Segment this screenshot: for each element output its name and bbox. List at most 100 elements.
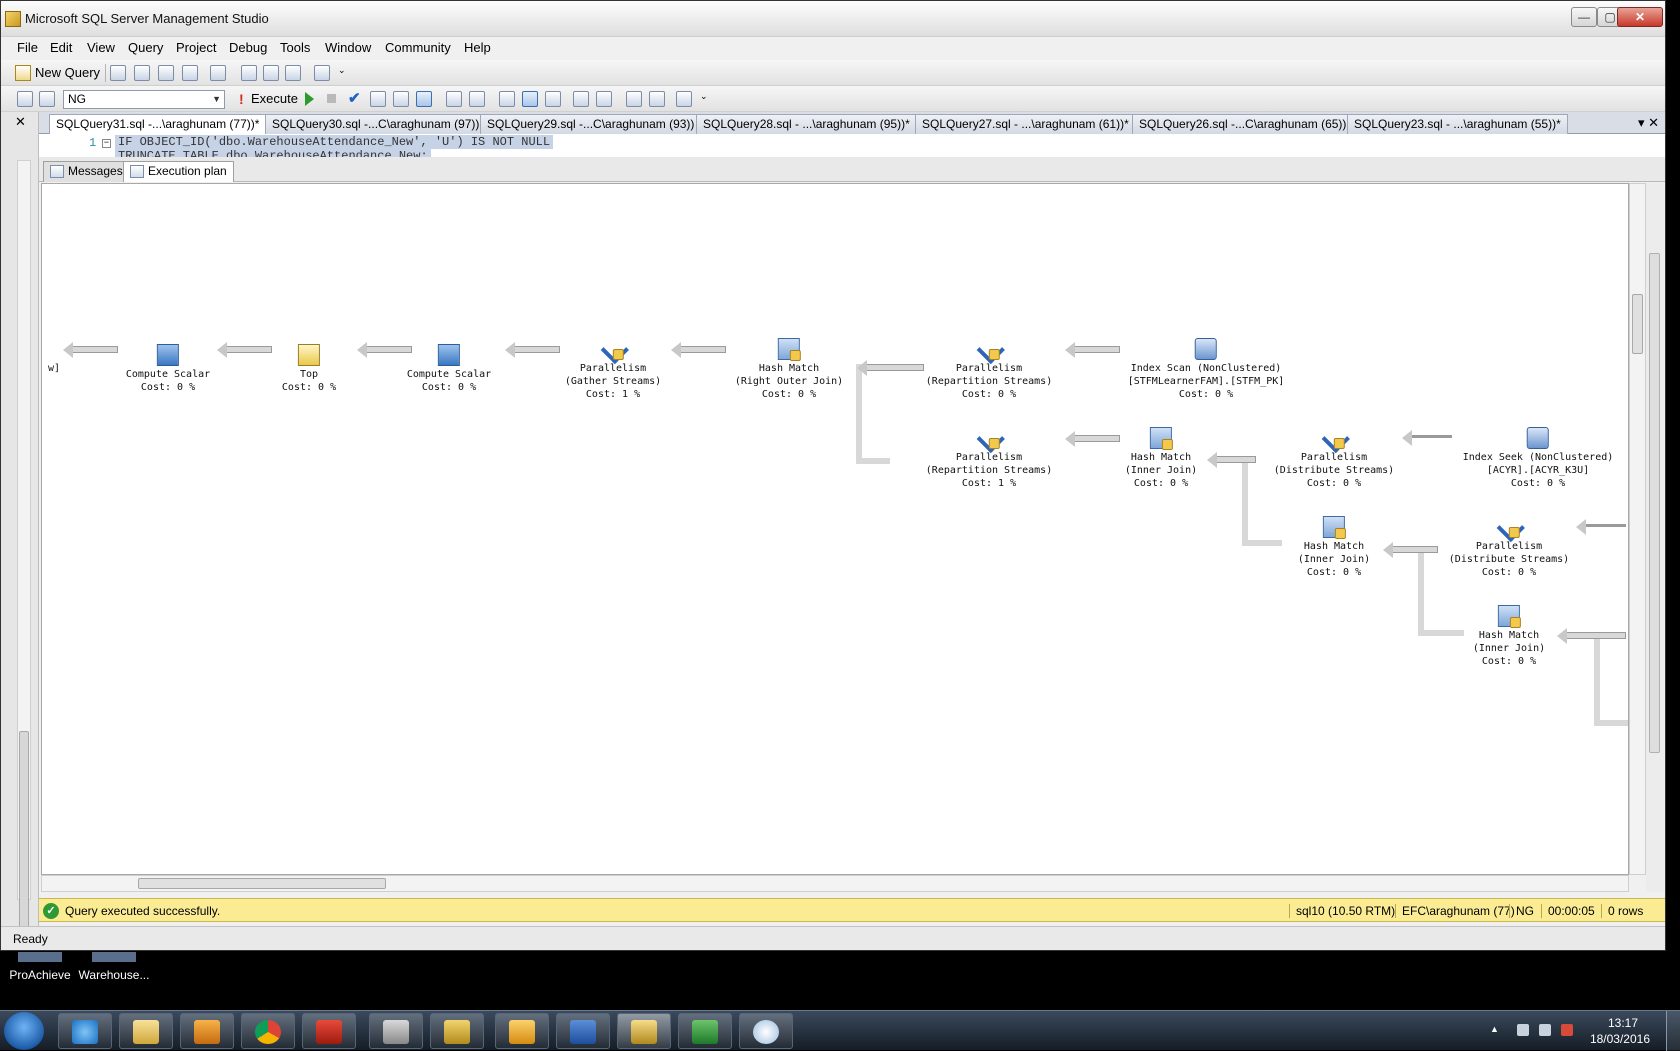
- query-designer-icon[interactable]: [393, 91, 409, 107]
- show-desktop-button[interactable]: [1666, 1011, 1680, 1051]
- close-icon[interactable]: ✕: [15, 114, 26, 130]
- menu-community[interactable]: Community: [383, 40, 453, 55]
- plan-node-parallelism-repartition[interactable]: Parallelism (Repartition Streams) Cost: 0 …: [926, 338, 1052, 401]
- increase-indent-icon[interactable]: [649, 91, 665, 107]
- tab-sqlquery28[interactable]: SQLQuery28.sql - ...\araghunam (95))*: [696, 114, 917, 134]
- toolbar-overflow-icon[interactable]: ⌄: [338, 65, 346, 81]
- taskbar-excel[interactable]: [678, 1013, 732, 1049]
- plan-node-index-seek[interactable]: Index Seek (NonClustered) [ACYR].[ACYR_K3…: [1463, 427, 1613, 490]
- parse-check-icon[interactable]: ✔: [348, 89, 361, 107]
- close-icon[interactable]: ✕: [1648, 115, 1659, 130]
- plan-node-parallelism-gather[interactable]: Parallelism (Gather Streams) Cost: 1 %: [565, 338, 661, 401]
- tab-sqlquery29[interactable]: SQLQuery29.sql -...C\araghunam (93)): [480, 114, 702, 134]
- plan-horizontal-scrollbar[interactable]: [41, 875, 1629, 892]
- plan-node-top[interactable]: Top Cost: 0 %: [282, 344, 336, 394]
- results-to-file-icon[interactable]: [469, 91, 485, 107]
- taskbar-file-explorer[interactable]: [119, 1013, 173, 1049]
- taskbar-acrobat[interactable]: [302, 1013, 356, 1049]
- display-estimated-plan-icon[interactable]: [370, 91, 386, 107]
- change-connection-icon[interactable]: [39, 91, 55, 107]
- database-engine-query-icon[interactable]: [134, 65, 150, 81]
- results-to-grid-icon[interactable]: [416, 91, 432, 107]
- database-select[interactable]: NG ▼: [63, 90, 225, 109]
- network-icon[interactable]: [1539, 1024, 1551, 1036]
- minimize-button[interactable]: —: [1571, 7, 1597, 27]
- plan-vertical-scrollbar[interactable]: [1629, 183, 1646, 875]
- tab-sqlquery23[interactable]: SQLQuery23.sql - ...\araghunam (55))*: [1347, 114, 1568, 134]
- menu-file[interactable]: File: [15, 40, 40, 55]
- menu-edit[interactable]: Edit: [48, 40, 74, 55]
- plan-node-compute-scalar[interactable]: Compute Scalar Cost: 0 %: [407, 344, 491, 394]
- collapse-icon[interactable]: −: [102, 139, 111, 148]
- debug-play-icon[interactable]: [305, 92, 314, 106]
- plan-vertical-scroll-thumb[interactable]: [1632, 294, 1643, 354]
- tab-sqlquery26[interactable]: SQLQuery26.sql -...C\araghunam (65)): [1132, 114, 1354, 134]
- mdx-query-icon[interactable]: [182, 65, 198, 81]
- plan-node-parallelism-distribute[interactable]: Parallelism (Distribute Streams) Cost: 0 %: [1449, 516, 1569, 579]
- results-to-text-icon[interactable]: [446, 91, 462, 107]
- taskbar-word[interactable]: [556, 1013, 610, 1049]
- execution-plan-canvas[interactable]: w] Compute Scalar Cost: 0 % Top Cost: 0 % …: [41, 183, 1629, 875]
- new-document-icon[interactable]: [210, 65, 226, 81]
- tab-sqlquery30[interactable]: SQLQuery30.sql -...C\araghunam (97)): [265, 114, 487, 134]
- menu-tools[interactable]: Tools: [278, 40, 312, 55]
- taskbar-internet-explorer[interactable]: [58, 1013, 112, 1049]
- tab-sqlquery27[interactable]: SQLQuery27.sql - ...\araghunam (61))*: [915, 114, 1136, 134]
- title-bar[interactable]: Microsoft SQL Server Management Studio —…: [1, 1, 1665, 37]
- action-center-flag-icon[interactable]: [1517, 1024, 1529, 1036]
- sidebar-scroll-thumb[interactable]: [19, 731, 29, 941]
- menu-project[interactable]: Project: [174, 40, 218, 55]
- close-button[interactable]: ✕: [1617, 7, 1663, 27]
- taskbar-ssms[interactable]: [617, 1013, 671, 1049]
- start-button[interactable]: [4, 1012, 44, 1050]
- tab-execution-plan[interactable]: Execution plan: [123, 161, 234, 182]
- tab-sqlquery31[interactable]: SQLQuery31.sql -...\araghunam (77))*: [49, 114, 267, 135]
- connect-icon[interactable]: [17, 91, 33, 107]
- specify-template-values-icon[interactable]: [676, 91, 692, 107]
- code-line[interactable]: TRUNCATE TABLE dbo.WarehouseAttendance_N…: [115, 149, 431, 157]
- activity-monitor-icon[interactable]: [314, 65, 330, 81]
- menu-window[interactable]: Window: [323, 40, 373, 55]
- code-line[interactable]: IF OBJECT_ID('dbo.WarehouseAttendance_Ne…: [115, 135, 554, 149]
- editor-vertical-scrollbar[interactable]: [1646, 183, 1664, 892]
- taskbar-media-player[interactable]: [180, 1013, 234, 1049]
- plan-node-compute-scalar[interactable]: Compute Scalar Cost: 0 %: [126, 344, 210, 394]
- taskbar-paint[interactable]: [739, 1013, 793, 1049]
- sqlcmd-mode-icon[interactable]: [545, 91, 561, 107]
- tab-list-icon[interactable]: ▾: [1638, 115, 1645, 130]
- plan-node-hash-match-inner[interactable]: Hash Match (Inner Join) Cost: 0 %: [1473, 605, 1545, 668]
- taskbar-ssms-tools[interactable]: [430, 1013, 484, 1049]
- desktop-icon-warehouse[interactable]: Warehouse...: [76, 952, 152, 982]
- tab-messages[interactable]: Messages: [43, 161, 130, 182]
- decrease-indent-icon[interactable]: [626, 91, 642, 107]
- menu-debug[interactable]: Debug: [227, 40, 269, 55]
- taskbar-outlook[interactable]: [495, 1013, 549, 1049]
- comment-lines-icon[interactable]: [573, 91, 589, 107]
- menu-view[interactable]: View: [85, 40, 117, 55]
- editor-scroll-thumb[interactable]: [1649, 253, 1660, 753]
- include-client-stats-icon[interactable]: [522, 91, 538, 107]
- taskbar-tool-app[interactable]: [369, 1013, 423, 1049]
- save-icon[interactable]: [263, 65, 279, 81]
- execute-button[interactable]: ! Execute: [237, 90, 298, 108]
- clock-date[interactable]: 18/03/2016: [1590, 1032, 1650, 1046]
- sql-editor[interactable]: 1 − IF OBJECT_ID('dbo.WarehouseAttendanc…: [39, 134, 1665, 157]
- show-hidden-icons-icon[interactable]: ▲: [1490, 1024, 1499, 1036]
- desktop-icon-proachieve[interactable]: ProAchieve: [4, 952, 76, 982]
- plan-node-parallelism-repartition[interactable]: Parallelism (Repartition Streams) Cost: 1 …: [926, 427, 1052, 490]
- open-folder-icon[interactable]: [241, 65, 257, 81]
- plan-node-hash-match-inner[interactable]: Hash Match (Inner Join) Cost: 0 %: [1298, 516, 1370, 579]
- print-icon[interactable]: [285, 65, 301, 81]
- plan-node-hash-match-inner[interactable]: Hash Match (Inner Join) Cost: 0 %: [1125, 427, 1197, 490]
- toolbar-overflow-icon[interactable]: ⌄: [700, 91, 708, 107]
- plan-node-hash-match-right-outer[interactable]: Hash Match (Right Outer Join) Cost: 0 %: [735, 338, 843, 401]
- cancel-query-icon[interactable]: [327, 94, 336, 103]
- menu-help[interactable]: Help: [462, 40, 493, 55]
- new-query-button[interactable]: New Query: [15, 64, 100, 82]
- plan-node-index-scan[interactable]: Index Scan (NonClustered) [STFMLearnerFAM…: [1128, 338, 1284, 401]
- plan-node-parallelism-distribute[interactable]: Parallelism (Distribute Streams) Cost: 0 %: [1274, 427, 1394, 490]
- plan-horizontal-scroll-thumb[interactable]: [138, 878, 386, 889]
- analysis-query-icon[interactable]: [158, 65, 174, 81]
- clock-time[interactable]: 13:17: [1608, 1016, 1638, 1030]
- include-actual-plan-icon[interactable]: [499, 91, 515, 107]
